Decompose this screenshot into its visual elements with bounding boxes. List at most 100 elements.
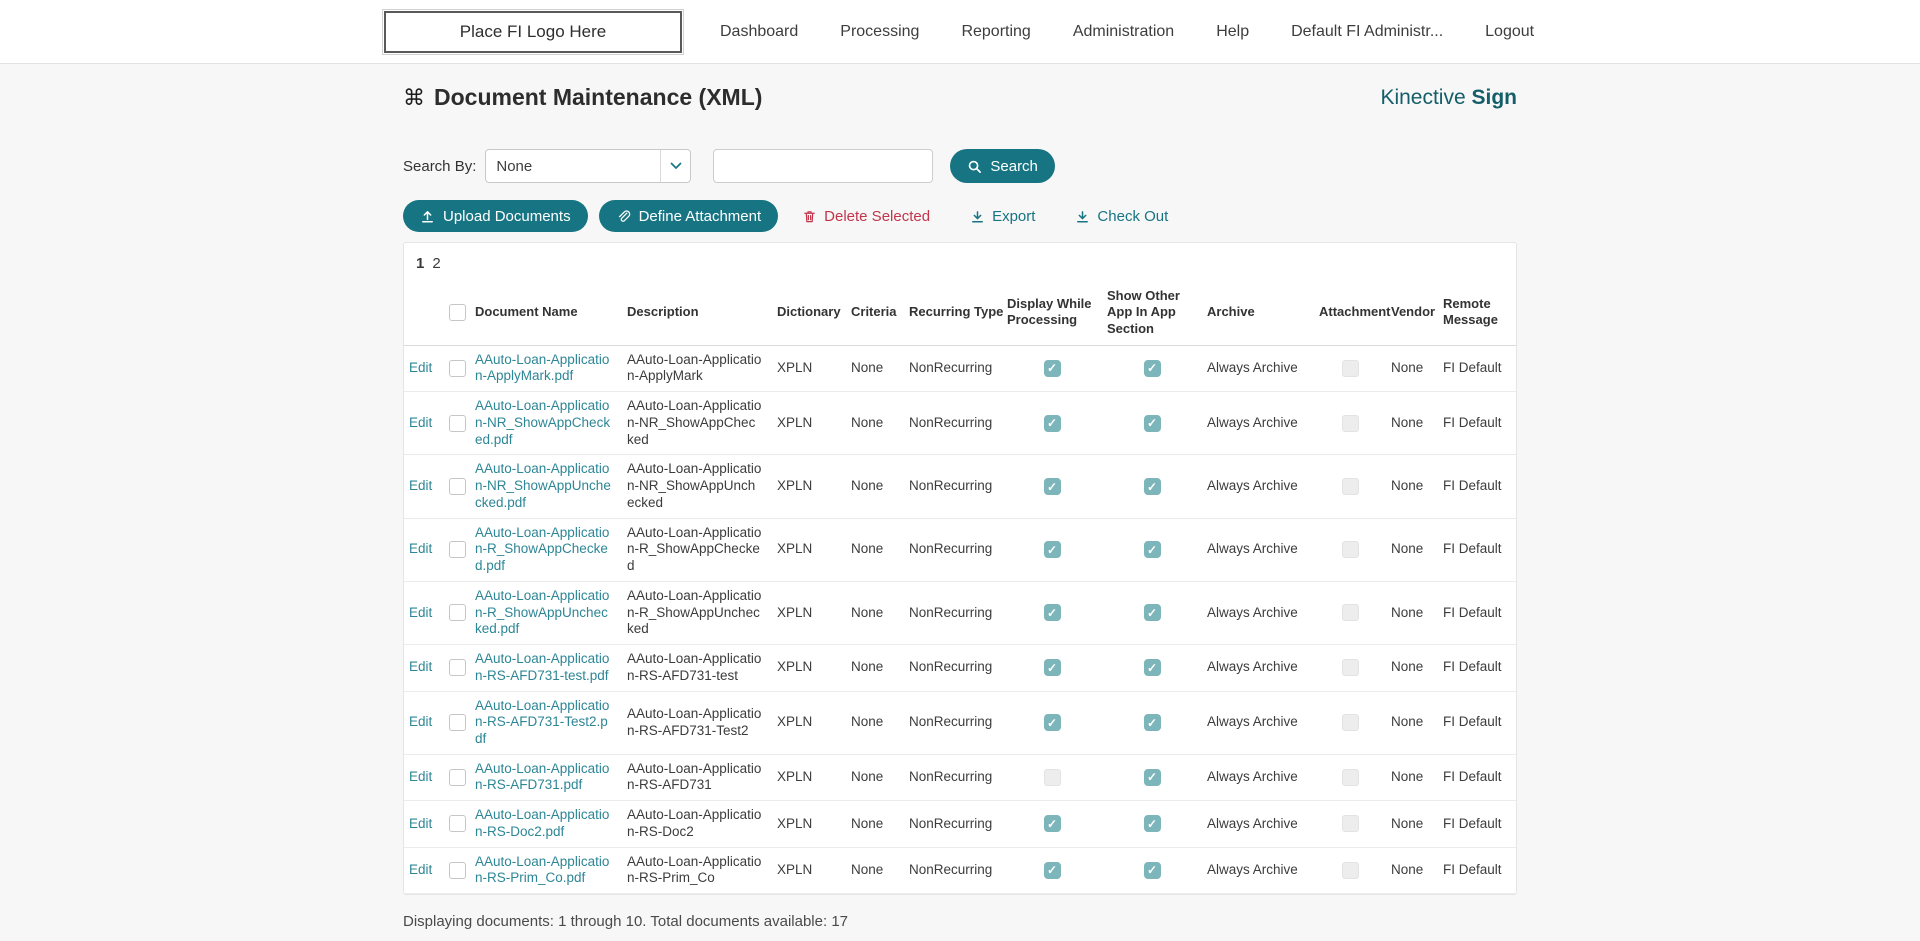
export-label: Export — [992, 208, 1035, 225]
kinective-sign-logo: Kinective Sign — [1380, 86, 1517, 110]
table-row: Edit AAuto-Loan-Application-NR_ShowAppCh… — [404, 392, 1516, 455]
show-other-app-checkbox: ✓ — [1144, 862, 1161, 879]
delete-selected-button[interactable]: Delete Selected — [802, 208, 930, 225]
row-select-checkbox[interactable] — [449, 815, 466, 832]
row-select-checkbox[interactable] — [449, 360, 466, 377]
page-number-1[interactable]: 1 — [416, 255, 424, 272]
criteria-text: None — [846, 392, 904, 455]
display-while-processing-checkbox: ✓ — [1044, 714, 1061, 731]
remote-message-text: FI Default — [1438, 801, 1516, 847]
attachment-checkbox — [1342, 659, 1359, 676]
dictionary-text: XPLN — [772, 754, 846, 800]
criteria-text: None — [846, 345, 904, 391]
document-name-link[interactable]: AAuto-Loan-Application-ApplyMark.pdf — [475, 352, 609, 384]
row-select-checkbox[interactable] — [449, 714, 466, 731]
nav-processing[interactable]: Processing — [840, 23, 919, 41]
brand-second: Sign — [1472, 86, 1518, 109]
document-name-link[interactable]: AAuto-Loan-Application-RS-Doc2.pdf — [475, 807, 609, 839]
attachment-checkbox — [1342, 604, 1359, 621]
page-title: ⌘ Document Maintenance (XML) — [403, 84, 762, 111]
table-row: Edit AAuto-Loan-Application-RS-AFD731-te… — [404, 645, 1516, 691]
actions-toolbar: Upload Documents Define Attachment Delet… — [403, 200, 1517, 232]
display-while-processing-checkbox: ✓ — [1044, 659, 1061, 676]
dropdown-toggle-button[interactable] — [660, 150, 690, 182]
edit-link[interactable]: Edit — [409, 714, 432, 729]
archive-text: Always Archive — [1202, 754, 1314, 800]
display-while-processing-checkbox: ✓ — [1044, 815, 1061, 832]
document-name-link[interactable]: AAuto-Loan-Application-NR_ShowAppUncheck… — [475, 461, 611, 509]
display-while-processing-checkbox: ✓ — [1044, 862, 1061, 879]
row-select-checkbox[interactable] — [449, 659, 466, 676]
search-input[interactable] — [713, 149, 933, 183]
document-name-link[interactable]: AAuto-Loan-Application-NR_ShowAppChecked… — [475, 398, 610, 446]
edit-link[interactable]: Edit — [409, 862, 432, 877]
document-name-link[interactable]: AAuto-Loan-Application-RS-AFD731.pdf — [475, 761, 609, 793]
row-select-checkbox[interactable] — [449, 541, 466, 558]
table-row: Edit AAuto-Loan-Application-RS-AFD731.pd… — [404, 754, 1516, 800]
document-name-link[interactable]: AAuto-Loan-Application-RS-Prim_Co.pdf — [475, 854, 609, 886]
show-other-app-checkbox: ✓ — [1144, 659, 1161, 676]
edit-link[interactable]: Edit — [409, 769, 432, 784]
remote-message-text: FI Default — [1438, 691, 1516, 754]
edit-link[interactable]: Edit — [409, 816, 432, 831]
row-select-checkbox[interactable] — [449, 769, 466, 786]
nav-user-menu[interactable]: Default FI Administr... — [1291, 23, 1443, 41]
row-select-checkbox[interactable] — [449, 415, 466, 432]
row-select-checkbox[interactable] — [449, 478, 466, 495]
vendor-text: None — [1386, 801, 1438, 847]
col-recurring-type: Recurring Type — [904, 280, 1002, 345]
upload-documents-button[interactable]: Upload Documents — [403, 200, 588, 232]
export-button[interactable]: Export — [970, 208, 1035, 225]
select-all-checkbox[interactable] — [449, 304, 466, 321]
document-name-link[interactable]: AAuto-Loan-Application-RS-AFD731-Test2.p… — [475, 698, 609, 746]
archive-text: Always Archive — [1202, 691, 1314, 754]
document-name-link[interactable]: AAuto-Loan-Application-R_ShowAppUnchecke… — [475, 588, 609, 636]
criteria-text: None — [846, 581, 904, 644]
recurring-type-text: NonRecurring — [904, 455, 1002, 518]
table-row: Edit AAuto-Loan-Application-RS-AFD731-Te… — [404, 691, 1516, 754]
edit-link[interactable]: Edit — [409, 605, 432, 620]
col-remote-message: Remote Message — [1438, 280, 1516, 345]
edit-link[interactable]: Edit — [409, 360, 432, 375]
check-out-button[interactable]: Check Out — [1075, 208, 1168, 225]
recurring-type-text: NonRecurring — [904, 754, 1002, 800]
edit-link[interactable]: Edit — [409, 415, 432, 430]
dictionary-text: XPLN — [772, 392, 846, 455]
show-other-app-checkbox: ✓ — [1144, 478, 1161, 495]
description-text: AAuto-Loan-Application-R_ShowAppUnchecke… — [622, 581, 772, 644]
page-number-2[interactable]: 2 — [432, 255, 440, 272]
dictionary-text: XPLN — [772, 345, 846, 391]
define-attachment-button[interactable]: Define Attachment — [599, 200, 779, 232]
row-select-checkbox[interactable] — [449, 862, 466, 879]
dictionary-text: XPLN — [772, 645, 846, 691]
show-other-app-checkbox: ✓ — [1144, 415, 1161, 432]
nav-administration[interactable]: Administration — [1073, 23, 1174, 41]
archive-text: Always Archive — [1202, 518, 1314, 581]
archive-text: Always Archive — [1202, 801, 1314, 847]
nav-reporting[interactable]: Reporting — [961, 23, 1030, 41]
document-name-link[interactable]: AAuto-Loan-Application-R_ShowAppChecked.… — [475, 525, 609, 573]
table-row: Edit AAuto-Loan-Application-NR_ShowAppUn… — [404, 455, 1516, 518]
remote-message-text: FI Default — [1438, 645, 1516, 691]
description-text: AAuto-Loan-Application-NR_ShowAppUncheck… — [622, 455, 772, 518]
nav-logout[interactable]: Logout — [1485, 23, 1534, 41]
nav-dashboard[interactable]: Dashboard — [720, 23, 798, 41]
table-row: Edit AAuto-Loan-Application-RS-Doc2.pdf … — [404, 801, 1516, 847]
edit-link[interactable]: Edit — [409, 659, 432, 674]
vendor-text: None — [1386, 518, 1438, 581]
search-by-dropdown[interactable]: None — [485, 149, 691, 183]
remote-message-text: FI Default — [1438, 518, 1516, 581]
document-name-link[interactable]: AAuto-Loan-Application-RS-AFD731-test.pd… — [475, 651, 609, 683]
edit-link[interactable]: Edit — [409, 478, 432, 493]
row-select-checkbox[interactable] — [449, 604, 466, 621]
page-content: ⌘ Document Maintenance (XML) Kinective S… — [403, 64, 1517, 941]
vendor-text: None — [1386, 581, 1438, 644]
col-show-other-app: Show Other App In App Section — [1102, 280, 1202, 345]
search-button[interactable]: Search — [950, 149, 1055, 183]
edit-link[interactable]: Edit — [409, 541, 432, 556]
criteria-text: None — [846, 518, 904, 581]
description-text: AAuto-Loan-Application-RS-Prim_Co — [622, 847, 772, 893]
recurring-type-text: NonRecurring — [904, 847, 1002, 893]
table-header-row: Document Name Description Dictionary Cri… — [404, 280, 1516, 345]
nav-help[interactable]: Help — [1216, 23, 1249, 41]
